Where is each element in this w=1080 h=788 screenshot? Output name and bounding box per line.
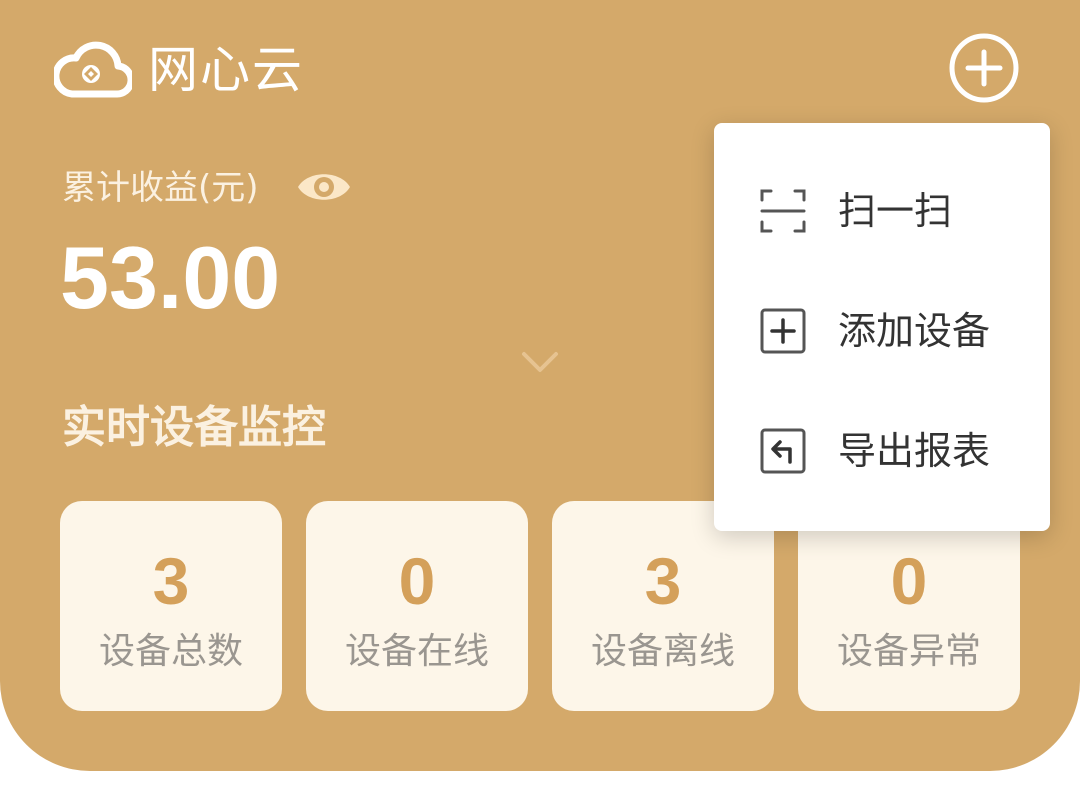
cloud-logo-icon <box>54 41 132 98</box>
add-menu-dropdown: 扫一扫 添加设备 导出报表 <box>714 123 1050 531</box>
stat-value: 0 <box>890 544 928 618</box>
menu-item-export-report[interactable]: 导出报表 <box>714 400 1050 500</box>
stat-offline-devices[interactable]: 3 设备离线 <box>552 501 774 711</box>
stat-label: 设备异常 <box>836 631 981 672</box>
add-square-icon <box>760 308 806 354</box>
stat-total-devices[interactable]: 3 设备总数 <box>60 501 282 711</box>
app-title: 网心云 <box>148 41 304 99</box>
menu-item-add-device[interactable]: 添加设备 <box>714 280 1050 380</box>
menu-item-label: 导出报表 <box>838 429 991 473</box>
earnings-value: 53.00 <box>60 228 281 327</box>
scan-icon <box>760 189 806 233</box>
menu-item-label: 添加设备 <box>838 309 991 353</box>
plus-circle-icon <box>949 33 1019 103</box>
stat-online-devices[interactable]: 0 设备在线 <box>306 501 528 711</box>
stat-value: 3 <box>644 544 682 618</box>
stat-value: 3 <box>152 544 190 618</box>
app-header: 网心云 <box>54 38 304 102</box>
menu-item-label: 扫一扫 <box>838 189 953 233</box>
stat-value: 0 <box>398 544 436 618</box>
section-title: 实时设备监控 <box>62 402 326 453</box>
chevron-down-icon[interactable] <box>520 348 560 376</box>
eye-icon[interactable] <box>296 166 352 208</box>
menu-item-scan[interactable]: 扫一扫 <box>714 160 1050 260</box>
stat-label: 设备离线 <box>590 631 735 672</box>
stat-label: 设备总数 <box>98 631 243 672</box>
earnings-label: 累计收益(元) <box>62 168 259 208</box>
export-icon <box>760 428 806 474</box>
device-stats: 3 设备总数 0 设备在线 3 设备离线 0 设备异常 <box>60 501 1020 711</box>
add-button[interactable] <box>948 32 1020 104</box>
stat-abnormal-devices[interactable]: 0 设备异常 <box>798 501 1020 711</box>
stat-label: 设备在线 <box>344 631 489 672</box>
